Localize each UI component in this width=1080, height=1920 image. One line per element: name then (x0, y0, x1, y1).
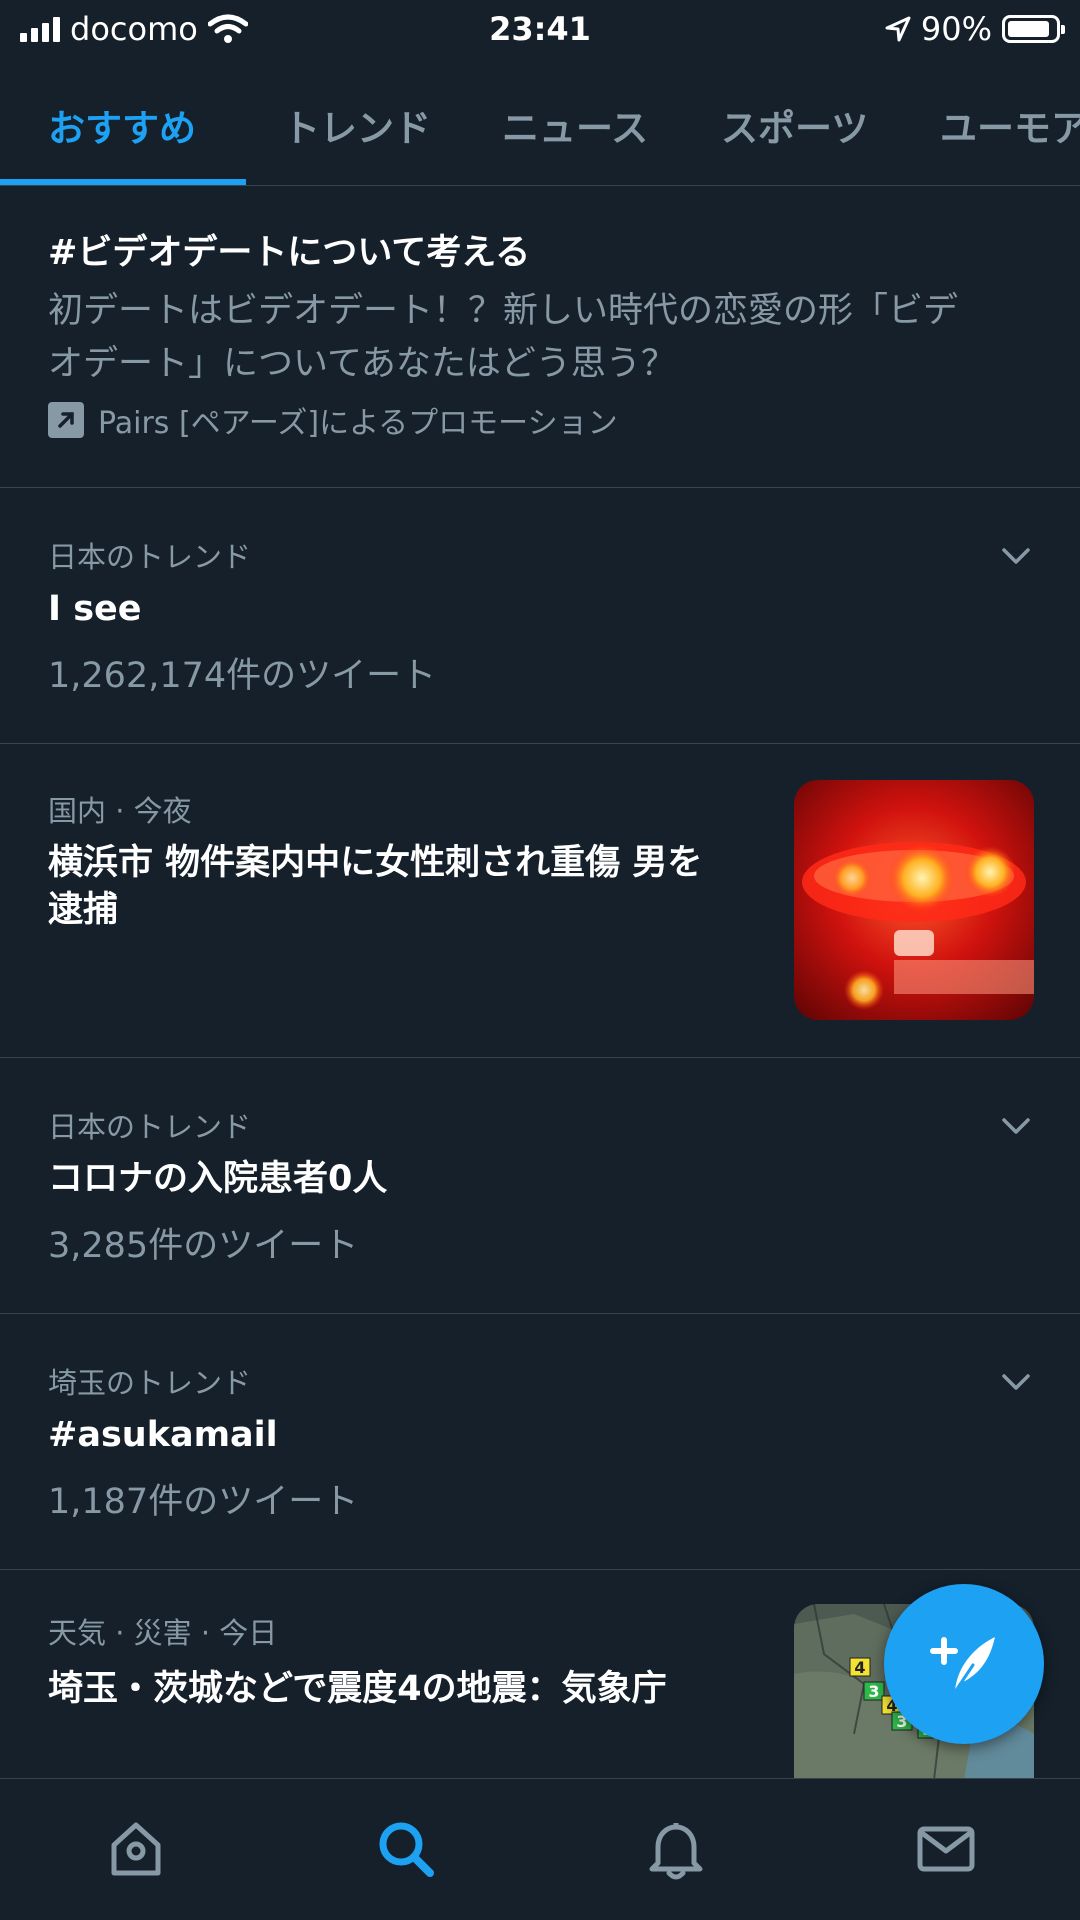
promoted-by-text: Pairs [ペアーズ]によるプロモーション (98, 406, 618, 442)
trend-item[interactable]: 日本のトレンド コロナの入院患者0人 3,285件のツイート (0, 1058, 1080, 1314)
chevron-down-icon[interactable] (998, 538, 1034, 574)
trend-title: #asukamail (48, 1415, 278, 1455)
nav-home[interactable] (100, 1813, 172, 1885)
status-bar: docomo 23:41 90% (0, 0, 1080, 60)
tweet-count: 3,285件のツイート (48, 1226, 359, 1267)
home-icon (111, 1822, 161, 1876)
explore-tabs: おすすめ トレンド ニュース スポーツ ユーモア (0, 60, 1080, 186)
trend-item[interactable]: 日本のトレンド I see 1,262,174件のツイート (0, 488, 1080, 744)
news-item[interactable]: 国内 · 今夜 横浜市 物件案内中に女性刺され重傷 男を 逮捕 (0, 744, 1080, 1058)
compose-feather-icon (930, 1637, 995, 1697)
battery-icon (1002, 15, 1065, 43)
promo-title: #ビデオデートについて考える (48, 233, 531, 273)
trend-context: 埼玉のトレンド (48, 1366, 252, 1400)
tab-humor[interactable]: ユーモア (940, 98, 1080, 152)
tab-sports[interactable]: スポーツ (721, 98, 868, 152)
active-tab-indicator (0, 179, 246, 185)
nav-search[interactable] (370, 1813, 442, 1885)
news-thumbnail[interactable] (794, 780, 1034, 1020)
promo-description-line: オデート」についてあなたはどう思う？ (48, 343, 676, 384)
notifications-icon (649, 1823, 703, 1880)
search-icon (379, 1822, 434, 1877)
battery-level (1008, 21, 1050, 37)
trend-context: 日本のトレンド (48, 540, 252, 574)
promo-description: 初デートはビデオデート！？新しい時代の恋愛の形「ビデ オデート」についてあなたは… (48, 285, 1032, 390)
tab-recommended[interactable]: おすすめ (48, 98, 196, 152)
intensity-badge-label: 4 (854, 1658, 865, 1677)
police-siren-image (794, 780, 1034, 1020)
trend-context: 日本のトレンド (48, 1110, 252, 1144)
trend-title: コロナの入院患者0人 (48, 1159, 388, 1199)
battery-percent: 90% (920, 10, 992, 48)
compose-tweet-button[interactable] (884, 1584, 1044, 1744)
tab-trends[interactable]: トレンド (283, 98, 431, 152)
promo-description-line: 初デートはビデオデート！？新しい時代の恋愛の形「ビデ (48, 291, 959, 332)
promoted-label: Pairs [ペアーズ]によるプロモーション (48, 398, 1032, 442)
nav-messages[interactable] (910, 1813, 982, 1885)
promoted-trend[interactable]: #ビデオデートについて考える 初デートはビデオデート！？新しい時代の恋愛の形「ビ… (0, 186, 1080, 488)
news-title: 埼玉・茨城などで震度4の地震：気象庁 (48, 1669, 667, 1709)
news-title: 横浜市 物件案内中に女性刺され重傷 男を 逮捕 (48, 840, 748, 935)
promoted-arrow-icon (48, 402, 84, 439)
bottom-navigation (0, 1778, 1080, 1920)
tweet-count: 1,262,174件のツイート (48, 656, 437, 697)
chevron-down-icon[interactable] (998, 1364, 1034, 1400)
tab-news[interactable]: ニュース (502, 98, 648, 152)
status-right: 90% (885, 10, 1065, 48)
messages-icon (917, 1826, 975, 1872)
chevron-down-icon[interactable] (998, 1108, 1034, 1144)
trend-title: I see (48, 589, 142, 629)
trend-item[interactable]: 埼玉のトレンド #asukamail 1,187件のツイート (0, 1314, 1080, 1570)
news-title-line: 逮捕 (48, 890, 119, 931)
tweet-count: 1,187件のツイート (48, 1482, 359, 1523)
explore-feed: #ビデオデートについて考える 初デートはビデオデート！？新しい時代の恋愛の形「ビ… (0, 186, 1080, 1780)
intensity-badge-label: 3 (868, 1682, 879, 1701)
news-title-line: 横浜市 物件案内中に女性刺され重傷 男を (48, 843, 703, 883)
nav-notifications[interactable] (640, 1813, 712, 1885)
location-arrow-icon (885, 16, 911, 42)
